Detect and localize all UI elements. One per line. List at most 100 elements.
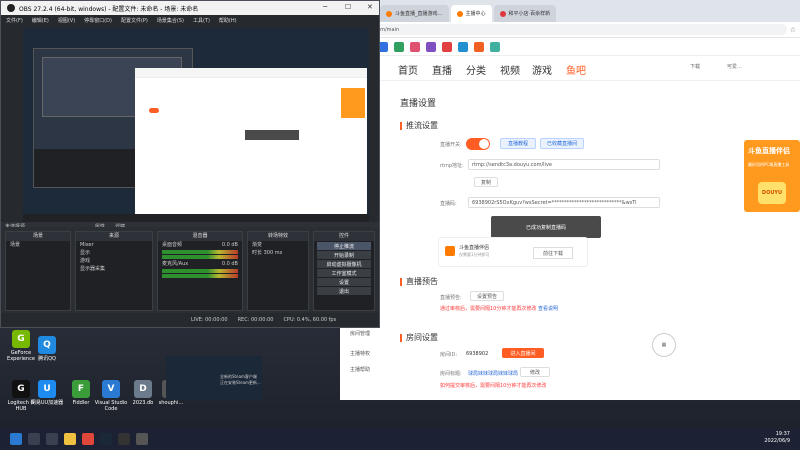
app-taskbar-icon[interactable] xyxy=(136,433,148,445)
cpu-status: CPU: 0.4%, 60.00 fps xyxy=(283,317,337,323)
rec-timer: REC: 00:00:00 xyxy=(237,317,274,323)
exit-button[interactable]: 退出 xyxy=(317,287,371,295)
transition-duration[interactable]: 时长 300 ms xyxy=(248,249,308,257)
bookmark-icon[interactable] xyxy=(410,41,420,52)
set-preview-button[interactable]: 设置预告 xyxy=(470,291,504,301)
sidebar-item-privilege[interactable]: 主播特权 xyxy=(350,350,370,357)
obs-titlebar[interactable]: OBS 27.2.4 (64-bit, windows) - 配置文件: 未命名… xyxy=(1,1,379,15)
file-explorer-icon[interactable] xyxy=(64,433,76,445)
nav-yuba[interactable]: 鱼吧 xyxy=(566,62,586,77)
room-id-label: 房间ID: xyxy=(440,352,458,358)
source-item[interactable]: 游戏 xyxy=(76,257,152,265)
preview-toggle xyxy=(149,108,159,113)
clock-time: 19:37 xyxy=(775,431,790,437)
desktop-icon-label: 腾讯QQ xyxy=(38,356,56,362)
obs-logo-icon xyxy=(7,4,15,12)
nav-category[interactable]: 分类 xyxy=(466,62,486,77)
browser-tab[interactable]: 和平小店·百余样新 xyxy=(493,5,557,22)
menu-profile[interactable]: 配置文件(P) xyxy=(121,17,148,24)
preview-label: 直播预告: xyxy=(440,295,462,301)
maximize-icon[interactable]: ☐ xyxy=(345,3,351,11)
nav-user[interactable]: 可爱… xyxy=(727,63,742,70)
desktop-icon-uu[interactable]: U 网易UU加速器 xyxy=(28,380,66,406)
bookmark-icon[interactable] xyxy=(490,41,500,52)
bookmark-icon[interactable] xyxy=(474,41,484,52)
enter-room-button[interactable]: 进入直播间 xyxy=(502,348,544,358)
volume-meter xyxy=(162,269,238,273)
menu-docks[interactable]: 停靠窗口(D) xyxy=(84,17,112,24)
menu-scene-collection[interactable]: 场景集合(S) xyxy=(157,17,184,24)
stop-stream-button[interactable]: 停止推流 xyxy=(317,242,371,250)
desktop-icon-qq[interactable]: Q 腾讯QQ xyxy=(28,336,66,362)
obs-statusbar: LIVE: 00:00:00 REC: 00:00:00 CPU: 0.4%, … xyxy=(1,313,379,327)
controls-dock-title: 控件 xyxy=(314,232,374,241)
stream-key-field[interactable]: 6938902rS5OxKguv?wsSecret=**************… xyxy=(468,197,660,208)
room-id-value: 6938902 xyxy=(466,351,489,357)
obs-menubar: 文件(F) 编辑(E) 视图(V) 停靠窗口(D) 配置文件(P) 场景集合(S… xyxy=(1,15,379,25)
qr-icon[interactable]: ▦ xyxy=(652,333,676,357)
search-icon[interactable] xyxy=(28,433,40,445)
fiddler-icon: F xyxy=(72,380,90,398)
bookmark-icon[interactable] xyxy=(458,41,468,52)
copy-rtmp-button[interactable]: 复制 xyxy=(474,177,498,187)
sidebar-item-room[interactable]: 房间管理 xyxy=(350,330,370,337)
room-notice: 如何提交审核后，需要间隔10分钟才能再次修改 xyxy=(440,383,547,389)
bookmark-icon[interactable] xyxy=(426,41,436,52)
chrome-icon[interactable] xyxy=(82,433,94,445)
nav-video[interactable]: 视频 xyxy=(500,62,520,77)
preview-notice-link[interactable]: 查看说明 xyxy=(538,306,558,312)
nav-live[interactable]: 直播 xyxy=(432,62,452,77)
preview-taskbar xyxy=(23,214,369,222)
live-timer: LIVE: 00:00:00 xyxy=(191,317,228,323)
url-input[interactable]: ...com/main xyxy=(364,24,787,35)
bookmark-icon[interactable] xyxy=(442,41,452,52)
nav-game[interactable]: 游戏 xyxy=(532,62,552,77)
settings-button[interactable]: 设置 xyxy=(317,278,371,286)
start-recording-button[interactable]: 开始录制 xyxy=(317,251,371,259)
clock-date: 2022/06/9 xyxy=(764,438,790,444)
obs-preview-canvas[interactable] xyxy=(23,28,369,222)
source-item[interactable]: 显示器采集 xyxy=(76,265,152,273)
star-icon[interactable]: ☆ xyxy=(790,26,796,34)
browser-tab[interactable]: 斗鱼直播_直播游戏… xyxy=(380,5,449,22)
banner-title: 斗鱼直播伴侣 xyxy=(748,147,790,155)
menu-tools[interactable]: 工具(T) xyxy=(193,17,210,24)
studio-mode-button[interactable]: 工作室模式 xyxy=(317,269,371,277)
live-switch-toggle[interactable] xyxy=(466,138,490,150)
minimize-icon[interactable]: ─ xyxy=(323,3,327,11)
volume-meter xyxy=(162,274,238,278)
close-icon[interactable]: ✕ xyxy=(367,3,373,11)
promo-download-button[interactable]: 前往下载 xyxy=(533,247,573,259)
task-view-icon[interactable] xyxy=(46,433,58,445)
saved-room-button[interactable]: 已收藏直播间 xyxy=(540,138,584,149)
clock[interactable]: 19:37 2022/06/9 xyxy=(764,431,790,445)
menu-edit[interactable]: 编辑(E) xyxy=(32,17,49,24)
virtual-camera-button[interactable]: 启动虚拟摄像机 xyxy=(317,260,371,268)
bookmark-icon[interactable] xyxy=(394,41,404,52)
sidebar-item-help[interactable]: 主播帮助 xyxy=(350,366,370,373)
nav-download[interactable]: 下载 xyxy=(690,63,700,70)
browser-tab-active[interactable]: 主播中心 xyxy=(450,5,492,22)
transition-type-select[interactable]: 渐变 xyxy=(248,241,308,249)
rtmp-address-field[interactable]: rtmp://sendtc3a.douyu.com/live xyxy=(468,159,660,170)
desktop-icon-label: Visual Studio Code xyxy=(94,400,128,412)
tutorial-button[interactable]: 直播教程 xyxy=(500,138,536,149)
menu-file[interactable]: 文件(F) xyxy=(6,17,23,24)
edit-title-button[interactable]: 修改 xyxy=(520,367,550,377)
scene-item[interactable]: 场景 xyxy=(6,241,70,249)
banner-logo: DOUYU xyxy=(758,182,786,204)
steam-window[interactable]: 全新的Steam客户端 正在安装Steam更新... xyxy=(166,356,262,400)
companion-banner[interactable]: 斗鱼直播伴侣 最好用的PC端直播工具 DOUYU xyxy=(744,140,800,212)
scenes-dock-title: 场景 xyxy=(6,232,70,241)
nav-home[interactable]: 首页 xyxy=(398,62,418,77)
menu-help[interactable]: 帮助(H) xyxy=(219,17,237,24)
vscode-icon: V xyxy=(102,380,120,398)
desktop-icon-label: shouphi… xyxy=(158,400,184,406)
obs-taskbar-icon[interactable] xyxy=(118,433,130,445)
menu-view[interactable]: 视图(V) xyxy=(58,17,75,24)
source-item[interactable]: 显示 xyxy=(76,249,152,257)
start-icon[interactable] xyxy=(10,433,22,445)
steam-icon[interactable] xyxy=(100,433,112,445)
source-item[interactable]: Mixer xyxy=(76,241,152,249)
volume-meter xyxy=(162,255,238,259)
